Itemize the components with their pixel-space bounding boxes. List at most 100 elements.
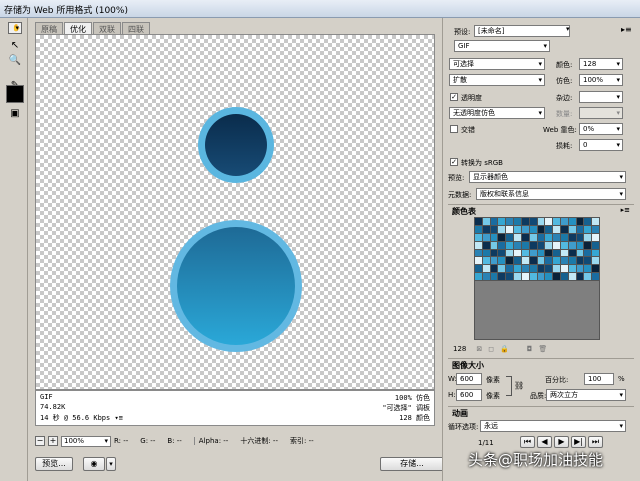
web-shift-icon[interactable]: ◻ [488, 345, 494, 353]
color-swatch[interactable] [537, 273, 545, 280]
color-swatch[interactable] [560, 218, 568, 225]
color-swatch[interactable] [475, 249, 482, 257]
color-swatch[interactable] [514, 249, 521, 257]
color-swatch[interactable] [514, 257, 521, 265]
width-input[interactable]: 600 [456, 373, 482, 385]
color-swatch[interactable] [490, 249, 498, 257]
color-swatch[interactable] [576, 265, 584, 273]
color-swatch[interactable] [584, 225, 592, 233]
color-swatch[interactable] [545, 241, 553, 249]
color-swatch[interactable] [545, 249, 553, 257]
color-swatch[interactable] [514, 233, 521, 241]
color-swatch[interactable] [529, 273, 537, 280]
reduction-select[interactable]: 可选择 [449, 58, 545, 70]
color-swatch[interactable] [506, 218, 514, 225]
zoom-select[interactable]: 100% ▾ [61, 435, 111, 447]
color-swatch[interactable] [553, 218, 560, 225]
color-swatch[interactable] [490, 241, 498, 249]
transparency-dither-select[interactable]: 无透明度仿色 [449, 107, 545, 119]
loop-select[interactable]: 永远 [480, 420, 626, 432]
color-swatch[interactable] [475, 265, 482, 273]
color-swatch[interactable] [529, 265, 537, 273]
color-swatch[interactable] [537, 265, 545, 273]
color-swatch[interactable] [584, 265, 592, 273]
color-swatch[interactable] [576, 241, 584, 249]
colors-select[interactable]: 128 [579, 58, 623, 70]
color-swatch[interactable] [506, 273, 514, 280]
color-swatch[interactable] [568, 233, 576, 241]
preview-button[interactable]: 预览... [35, 457, 73, 471]
color-swatch[interactable] [498, 265, 506, 273]
color-swatch[interactable] [529, 249, 537, 257]
color-swatch[interactable] [568, 241, 576, 249]
srgb-checkbox[interactable]: ✓ [450, 158, 458, 166]
preview-canvas[interactable] [35, 34, 435, 390]
color-swatch[interactable] [490, 225, 498, 233]
color-swatch[interactable] [568, 225, 576, 233]
percent-input[interactable]: 100 [584, 373, 614, 385]
color-swatch[interactable] [560, 241, 568, 249]
last-frame-icon[interactable]: ⏭ [588, 436, 603, 448]
delete-color-icon[interactable]: 🗑 [538, 345, 547, 353]
lossy-input[interactable]: 0 [579, 139, 623, 151]
color-swatch[interactable] [482, 249, 490, 257]
color-swatch[interactable] [506, 265, 514, 273]
color-swatch[interactable] [482, 265, 490, 273]
color-swatch[interactable] [553, 273, 560, 280]
tab-optimized[interactable]: 优化 [64, 22, 92, 34]
color-swatch[interactable] [475, 273, 482, 280]
web-snap-select[interactable]: 0% [579, 123, 623, 135]
color-swatch[interactable] [498, 273, 506, 280]
color-swatch[interactable] [482, 218, 490, 225]
color-swatch[interactable] [592, 273, 599, 280]
color-swatch[interactable] [584, 273, 592, 280]
color-swatch[interactable] [482, 225, 490, 233]
color-swatch[interactable] [576, 273, 584, 280]
color-swatch[interactable] [584, 218, 592, 225]
preset-select[interactable]: [未命名] [474, 25, 570, 37]
color-swatch[interactable] [529, 241, 537, 249]
color-swatch[interactable] [506, 225, 514, 233]
color-swatch[interactable] [560, 265, 568, 273]
zoom-out-button[interactable]: − [35, 436, 45, 446]
color-swatch[interactable] [514, 273, 521, 280]
matte-select[interactable] [579, 91, 623, 103]
color-swatch[interactable] [592, 233, 599, 241]
color-swatch[interactable] [576, 225, 584, 233]
color-swatch[interactable] [576, 218, 584, 225]
zoom-in-button[interactable]: + [48, 436, 58, 446]
color-swatch[interactable] [576, 249, 584, 257]
color-swatch[interactable] [521, 273, 529, 280]
hand-tool-icon[interactable]: ✋ [8, 22, 22, 34]
next-frame-icon[interactable]: ▶| [571, 436, 586, 448]
browser-menu-button[interactable]: ▾ [106, 457, 116, 471]
color-swatch[interactable] [560, 257, 568, 265]
color-swatch[interactable] [521, 225, 529, 233]
color-swatch[interactable] [475, 257, 482, 265]
color-swatch[interactable] [498, 257, 506, 265]
color-swatch[interactable] [490, 273, 498, 280]
metadata-select[interactable]: 版权和联系信息 [476, 188, 626, 200]
color-swatch[interactable] [475, 218, 482, 225]
color-swatch[interactable] [568, 273, 576, 280]
color-swatch[interactable] [521, 233, 529, 241]
color-swatch[interactable] [537, 225, 545, 233]
color-swatch[interactable] [584, 233, 592, 241]
color-swatch[interactable] [576, 257, 584, 265]
color-swatch[interactable] [521, 249, 529, 257]
toggle-slices-icon[interactable]: ▣ [8, 106, 22, 120]
color-swatch[interactable] [560, 249, 568, 257]
slice-select-tool-icon[interactable]: ↖ [8, 38, 22, 52]
tab-4-up[interactable]: 四联 [122, 22, 150, 34]
constrain-link-icon[interactable]: ⛓ [514, 381, 524, 390]
color-swatch[interactable] [490, 257, 498, 265]
color-swatch[interactable] [521, 218, 529, 225]
color-swatch[interactable] [490, 218, 498, 225]
color-swatch[interactable] [529, 218, 537, 225]
color-swatch[interactable] [498, 218, 506, 225]
color-swatch[interactable] [560, 233, 568, 241]
color-swatch[interactable] [506, 249, 514, 257]
color-swatch[interactable] [592, 218, 599, 225]
foreground-color-swatch[interactable] [6, 85, 24, 103]
optimize-menu-icon[interactable]: ▸≡ [621, 25, 632, 34]
